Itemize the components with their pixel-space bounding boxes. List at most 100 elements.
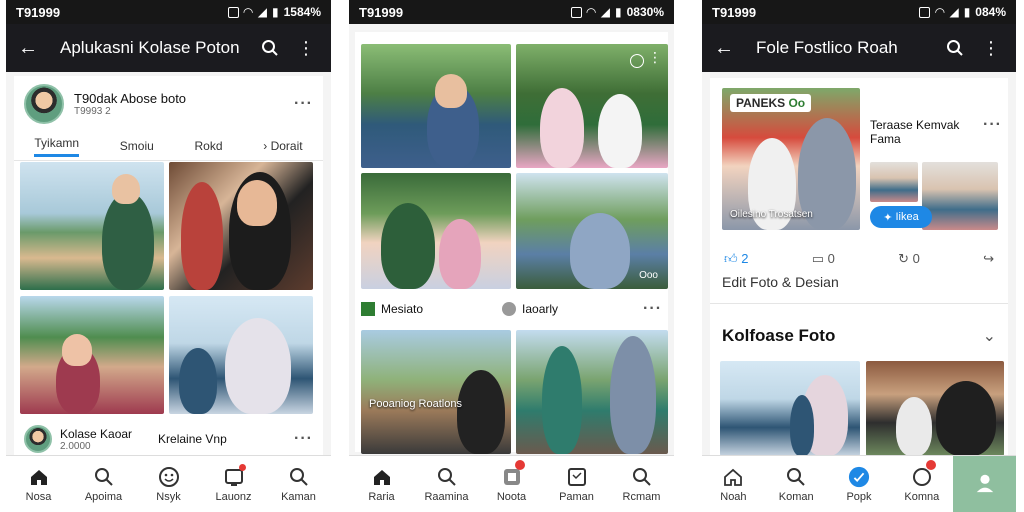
home-icon [722, 466, 744, 488]
page-title: Aplukasni Kolase Poton [60, 38, 240, 57]
divider [710, 303, 1008, 304]
status-time: T91999 [16, 4, 61, 20]
edit-label[interactable]: Edit Foto & Desian [722, 274, 839, 290]
label-left: Mesiato [381, 302, 424, 316]
chevron-right-icon: › [263, 139, 271, 153]
search-icon [93, 466, 115, 488]
bottom-nav: Nosa Apoima Nsyk Lauonz Kaman [6, 455, 331, 512]
nav-home[interactable]: Raria [349, 456, 414, 512]
wifi-icon: ◠ [586, 5, 596, 19]
photo-grid-1[interactable] [361, 44, 511, 168]
tab-1[interactable]: Tyikamn [34, 136, 80, 157]
nav-search[interactable]: Apoima [71, 456, 136, 512]
nav-home[interactable]: Noah [702, 456, 765, 512]
post-caption: Oilesino Trosatsen [730, 209, 813, 220]
edit-icon [566, 466, 588, 488]
nav-profile[interactable] [953, 456, 1016, 512]
nav-create[interactable]: Nsyk [136, 456, 201, 512]
battery-percent: 084% [975, 5, 1006, 19]
tab-4[interactable]: › Dorait [263, 139, 302, 153]
battery-icon: ▮ [272, 5, 279, 19]
search-icon [785, 466, 807, 488]
nav-account[interactable]: Kaman [266, 456, 331, 512]
bottom-nav: Raria Raamina Noota Paman Rcmam [349, 455, 674, 512]
status-time: T91999 [712, 4, 757, 20]
thumb-2[interactable] [922, 162, 998, 230]
banner-tag: PANEKS Oo [730, 94, 812, 112]
bottom-nav: Noah Koman Popk Komna [702, 455, 1016, 512]
tab-bar: Tyikamn Smoiu Rokd › Dorait [14, 132, 323, 161]
more-vert-icon[interactable]: ⋮ [978, 35, 1004, 61]
search-icon [631, 466, 653, 488]
thumbs-up-icon: 👍︎ [724, 251, 738, 266]
nav-create[interactable]: Popk [828, 456, 891, 512]
photo-grid-6[interactable] [516, 330, 668, 454]
section-photo-2[interactable] [866, 361, 1004, 456]
page-title: Fole Fostlico Roah [756, 38, 898, 57]
notification-icon [919, 6, 931, 18]
nav-search[interactable]: Koman [765, 456, 828, 512]
nav-collage[interactable]: Noota [479, 456, 544, 512]
more-vert-icon[interactable]: ⋮ [648, 49, 662, 66]
more-horiz-icon[interactable]: ··· [983, 116, 1002, 134]
notification-badge [925, 460, 936, 470]
tab-3[interactable]: Rokd [195, 139, 223, 153]
like-button[interactable]: 👍︎ 2 [724, 251, 748, 267]
search-icon [288, 466, 310, 488]
more-horiz-icon[interactable]: ··· [294, 430, 313, 448]
photo-collage-4[interactable] [169, 296, 313, 414]
nav-search[interactable]: Raamina [414, 456, 479, 512]
gallery-icon [361, 302, 375, 316]
nav-edit[interactable]: Paman [544, 456, 609, 512]
nav-account[interactable]: Rcmam [609, 456, 674, 512]
repost-button[interactable]: ↻ 0 [898, 251, 920, 267]
photo-grid-5[interactable]: Pooaniog Roatlons [361, 330, 511, 454]
app-bar: ← Fole Fostlico Roah ⋮ [702, 24, 1016, 72]
share-button[interactable]: ✦ Iikea [870, 206, 932, 228]
status-bar: T91999 ◠ ◢ ▮ 1584% [6, 0, 331, 24]
phone-screen-2: T91999 ◠ ◢ ▮ 0830% ⋮ Ooo Mesiato Iaoarly… [349, 0, 674, 512]
label-right: Iaoarly [522, 302, 559, 316]
thumb-1[interactable] [870, 162, 918, 202]
more-horiz-icon[interactable]: ··· [643, 300, 662, 318]
notification-icon [227, 6, 239, 18]
tab-2[interactable]: Smoiu [120, 139, 154, 153]
chevron-down-icon[interactable]: ⌄ [983, 326, 996, 346]
battery-icon: ▮ [615, 5, 622, 19]
notification-badge [238, 464, 246, 471]
smile-icon [158, 466, 180, 488]
photo-grid-2[interactable]: ⋮ [516, 44, 668, 168]
signal-icon: ◢ [600, 5, 611, 19]
nav-home[interactable]: Nosa [6, 456, 71, 512]
footer-sub-1: 2.0000 [60, 440, 91, 452]
back-arrow-icon[interactable]: ← [18, 37, 38, 60]
footer-name-1: Kolase Kaoar [60, 426, 133, 441]
comment-icon: ▭ [811, 251, 824, 266]
photo-collage-3[interactable] [20, 296, 164, 414]
banner-photo[interactable]: PANEKS Oo Oilesino Trosatsen [722, 88, 860, 230]
search-icon[interactable] [942, 35, 968, 61]
home-icon [371, 466, 393, 488]
signal-icon: ◢ [949, 5, 959, 19]
nav-notifications[interactable]: Komna [890, 456, 953, 512]
signal-icon: ◢ [257, 5, 268, 19]
more-horiz-icon[interactable]: ··· [294, 95, 313, 113]
avatar[interactable] [24, 84, 64, 124]
search-icon[interactable] [257, 35, 283, 61]
nav-notifications[interactable]: Lauonz [201, 456, 266, 512]
more-vert-icon[interactable]: ⋮ [293, 35, 319, 61]
section-photo-1[interactable] [720, 361, 860, 456]
status-time: T91999 [359, 4, 404, 20]
circle-select-icon[interactable] [630, 54, 644, 68]
photo-grid-3[interactable] [361, 173, 511, 289]
photo-grid-4[interactable]: Ooo [516, 173, 668, 289]
create-icon [848, 466, 870, 488]
photo-collage-1[interactable] [20, 162, 164, 290]
back-arrow-icon[interactable]: ← [714, 37, 734, 60]
comment-button[interactable]: ▭ 0 [812, 251, 835, 267]
app-bar: ← Aplukasni Kolase Poton ⋮ [6, 24, 331, 72]
share-icon[interactable]: ↪ [983, 251, 994, 267]
avatar-small[interactable] [24, 425, 52, 453]
wifi-icon: ◠ [935, 5, 945, 19]
photo-collage-2[interactable] [169, 162, 313, 290]
